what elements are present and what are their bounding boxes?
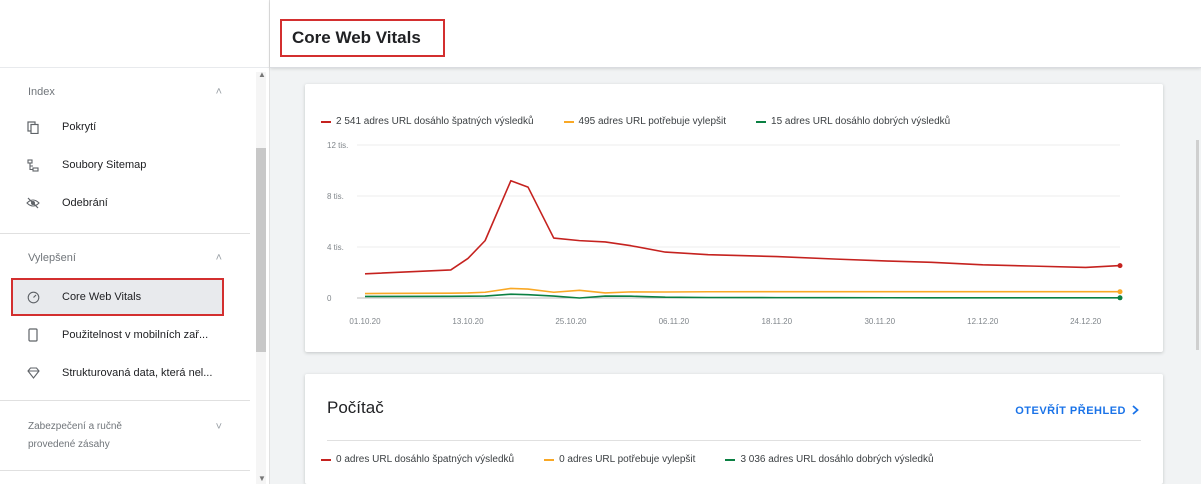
sidebar-item-label: Core Web Vitals: [62, 291, 142, 303]
series-endpoint-1: [1117, 289, 1123, 295]
sidebar-item-label: Strukturovaná data, která nel...: [62, 367, 213, 379]
section-index-label: Index: [28, 86, 55, 98]
sidebar-item-label: Pokrytí: [62, 121, 97, 133]
y-tick-label: 0: [327, 294, 332, 303]
top-header: Core Web Vitals: [270, 0, 1201, 68]
x-tick-label: 24.12.20: [1070, 317, 1102, 326]
section-security-header[interactable]: Zabezpečení a ručně ˅ provedené zásahy: [0, 418, 250, 454]
desktop-card: Počítač OTEVŘÍT PŘEHLED 0 adres URL dosá…: [305, 374, 1163, 484]
x-tick-label: 13.10.20: [452, 317, 484, 326]
visibility-off-icon: [26, 196, 40, 210]
speed-icon: [26, 290, 40, 304]
sitemap-icon: [26, 158, 40, 172]
legend-item-needs-improvement[interactable]: 0 adres URL potřebuje vylepšit: [544, 454, 695, 465]
line-chart[interactable]: 12 tis. 8 tis. 4 tis. 0 01.10.20 13.10.20 25.1…: [305, 84, 1163, 352]
sidebar: Index ˄ Pokrytí Soubory Sitemap Odebrání…: [0, 0, 270, 484]
chevron-up-icon: ˄: [215, 252, 222, 264]
diamond-icon: [26, 366, 40, 380]
y-tick-label: 8 tis.: [327, 192, 344, 201]
chevron-right-icon: [1132, 402, 1139, 420]
legend-item-good[interactable]: 3 036 adres URL dosáhlo dobrých výsledků: [725, 454, 934, 465]
x-tick-label: 12.12.20: [967, 317, 999, 326]
x-tick-label: 01.10.20: [349, 317, 381, 326]
scroll-down-arrow-icon[interactable]: ▼: [258, 474, 266, 483]
x-tick-label: 25.10.20: [555, 317, 587, 326]
mobile-chart-card: 2 541 adres URL dosáhlo špatných výsledk…: [305, 84, 1163, 352]
legend-label: 0 adres URL potřebuje vylepšit: [559, 454, 696, 465]
chevron-down-icon: ˅: [215, 421, 222, 433]
legend-swatch: [725, 458, 736, 461]
open-report-button[interactable]: OTEVŘÍT PŘEHLED: [1015, 402, 1139, 420]
sidebar-item-mobile-usability[interactable]: Použitelnost v mobilních zař...: [0, 316, 250, 354]
series-line-1: [364, 287, 1120, 295]
card-title: Počítač: [327, 398, 384, 417]
sidebar-item-label: Použitelnost v mobilních zař...: [62, 329, 209, 341]
section-security-label: Zabezpečení a ručně: [28, 421, 122, 432]
card-divider: [327, 440, 1141, 441]
y-tick-label: 12 tis.: [327, 141, 348, 150]
sidebar-item-label: Odebrání: [62, 197, 108, 209]
file-copy-icon: [26, 120, 40, 134]
x-tick-label: 18.11.20: [762, 317, 793, 326]
page-title: Core Web Vitals: [280, 19, 445, 57]
x-tick-label: 06.11.20: [659, 317, 690, 326]
sidebar-scrollbar-thumb[interactable]: [256, 148, 266, 352]
section-security-label-2: provedené zásahy: [28, 439, 110, 450]
x-tick-label: 30.11.20: [864, 317, 895, 326]
scroll-up-arrow-icon[interactable]: ▲: [258, 70, 266, 79]
sidebar-item-label: Soubory Sitemap: [62, 159, 147, 171]
sidebar-header: [0, 0, 269, 68]
sidebar-item-odebrani[interactable]: Odebrání: [0, 184, 250, 222]
sidebar-item-structured-data[interactable]: Strukturovaná data, která nel...: [0, 354, 250, 392]
chevron-up-icon: ˄: [215, 86, 222, 98]
y-tick-label: 4 tis.: [327, 243, 344, 252]
sidebar-item-pokryti[interactable]: Pokrytí: [0, 108, 250, 146]
series-line-2: [364, 293, 1120, 299]
series-endpoint-2: [1117, 295, 1123, 301]
series-line-0: [364, 179, 1121, 275]
desktop-legend: 0 adres URL dosáhlo špatných výsledků 0 …: [321, 454, 934, 465]
legend-item-poor[interactable]: 0 adres URL dosáhlo špatných výsledků: [321, 454, 514, 465]
sidebar-item-core-web-vitals[interactable]: Core Web Vitals: [0, 278, 250, 316]
sidebar-item-sitemap[interactable]: Soubory Sitemap: [0, 146, 250, 184]
section-enhancements-header[interactable]: Vylepšení ˄: [0, 252, 250, 264]
divider: [0, 470, 250, 471]
section-enhancements-label: Vylepšení: [28, 252, 76, 264]
legend-label: 3 036 adres URL dosáhlo dobrých výsledků: [740, 454, 934, 465]
series-endpoint-0: [1117, 263, 1123, 269]
section-index-header[interactable]: Index ˄: [0, 86, 250, 98]
legend-swatch: [321, 458, 331, 461]
open-report-label: OTEVŘÍT PŘEHLED: [1015, 405, 1126, 417]
divider: [0, 400, 250, 401]
legend-label: 0 adres URL dosáhlo špatných výsledků: [336, 454, 515, 465]
legend-swatch: [544, 458, 555, 461]
phone-icon: [26, 328, 40, 342]
main-scrollbar[interactable]: [1196, 140, 1199, 350]
divider: [0, 233, 250, 234]
